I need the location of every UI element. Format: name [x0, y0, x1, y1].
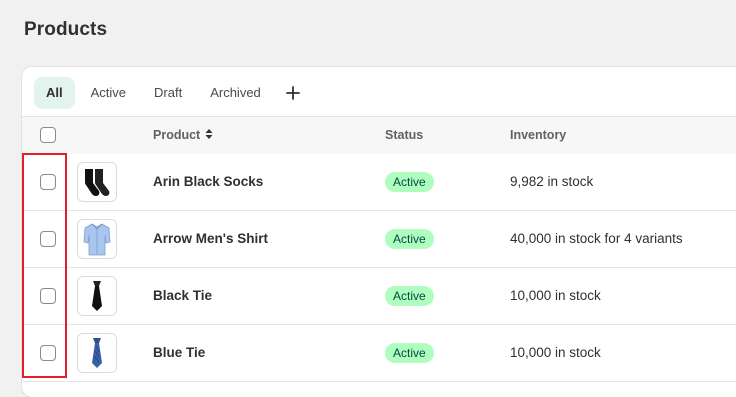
products-card: All Active Draft Archived Product Status… — [22, 67, 736, 397]
blue-tie-icon — [92, 338, 102, 368]
tab-archived[interactable]: Archived — [198, 77, 273, 109]
row-checkbox[interactable] — [40, 288, 56, 304]
add-view-button[interactable] — [279, 77, 307, 109]
select-all-checkbox[interactable] — [40, 127, 56, 143]
product-name[interactable]: Arrow Men's Shirt — [153, 231, 268, 246]
tab-active[interactable]: Active — [79, 77, 138, 109]
page-title: Products — [24, 19, 108, 40]
status-badge: Active — [385, 172, 434, 192]
shirt-icon — [83, 223, 111, 256]
table-row[interactable]: Arin Black Socks Active 9,982 in stock — [22, 154, 736, 211]
column-header-product-label: Product — [153, 128, 201, 142]
plus-icon — [285, 86, 300, 100]
table-header: Product Status Inventory — [22, 116, 736, 155]
status-badge: Active — [385, 343, 434, 363]
product-thumbnail[interactable] — [77, 333, 117, 373]
column-header-product[interactable]: Product — [153, 128, 213, 142]
inventory-value: 40,000 in stock for 4 variants — [510, 231, 683, 246]
inventory-value: 10,000 in stock — [510, 345, 601, 360]
black-tie-icon — [92, 281, 102, 311]
tab-draft[interactable]: Draft — [142, 77, 194, 109]
product-name[interactable]: Arin Black Socks — [153, 174, 263, 189]
product-thumbnail[interactable] — [77, 219, 117, 259]
row-checkbox[interactable] — [40, 174, 56, 190]
inventory-value: 9,982 in stock — [510, 174, 594, 189]
tab-all[interactable]: All — [34, 77, 75, 109]
table-row[interactable]: Blue Tie Active 10,000 in stock — [22, 325, 736, 382]
product-thumbnail[interactable] — [77, 276, 117, 316]
product-thumbnail[interactable] — [77, 162, 117, 202]
table-row[interactable]: Black Tie Active 10,000 in stock — [22, 268, 736, 325]
status-badge: Active — [385, 286, 434, 306]
product-name[interactable]: Black Tie — [153, 288, 212, 303]
inventory-value: 10,000 in stock — [510, 288, 601, 303]
socks-icon — [85, 169, 110, 196]
column-header-status: Status — [385, 128, 424, 142]
row-checkbox[interactable] — [40, 231, 56, 247]
sort-icon[interactable] — [205, 128, 213, 140]
filter-tabs: All Active Draft Archived — [34, 77, 307, 109]
table-row[interactable]: Arrow Men's Shirt Active 40,000 in stock… — [22, 211, 736, 268]
product-name[interactable]: Blue Tie — [153, 345, 205, 360]
column-header-inventory: Inventory — [510, 128, 567, 142]
row-checkbox[interactable] — [40, 345, 56, 361]
status-badge: Active — [385, 229, 434, 249]
